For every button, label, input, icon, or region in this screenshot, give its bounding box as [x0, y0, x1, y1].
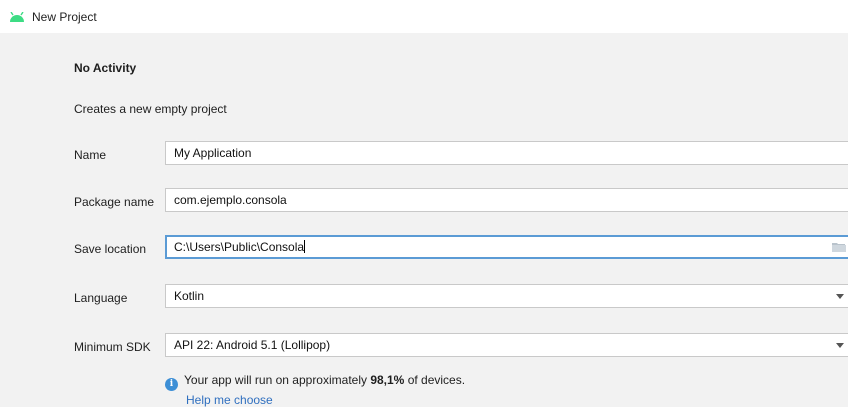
title-bar: New Project [0, 0, 848, 33]
chevron-down-icon[interactable] [836, 343, 844, 348]
folder-icon[interactable] [832, 242, 846, 252]
name-value: My Application [174, 146, 252, 160]
minimum-sdk-label: Minimum SDK [74, 340, 151, 354]
language-select[interactable]: Kotlin [165, 284, 848, 308]
language-value: Kotlin [174, 289, 205, 303]
save-location-label: Save location [74, 242, 147, 256]
android-studio-icon [10, 12, 24, 22]
info-text-before: Your app will run on approximately [184, 373, 371, 387]
package-name-field[interactable]: com.ejemplo.consola [165, 188, 848, 212]
window-title: New Project [32, 10, 97, 24]
info-text-after: of devices. [404, 373, 466, 387]
language-label: Language [74, 291, 128, 305]
minimum-sdk-value: API 22: Android 5.1 (Lollipop) [174, 338, 331, 352]
minimum-sdk-select[interactable]: API 22: Android 5.1 (Lollipop) [165, 333, 848, 357]
save-location-field[interactable]: C:\Users\Public\Consola [165, 235, 848, 259]
package-name-value: com.ejemplo.consola [174, 193, 287, 207]
device-coverage-info: i Your app will run on approximately 98,1… [165, 373, 465, 391]
info-icon: i [165, 378, 178, 391]
save-location-value: C:\Users\Public\Consola [174, 240, 305, 254]
chevron-down-icon[interactable] [836, 294, 844, 299]
coverage-percent: 98,1% [370, 373, 405, 387]
name-field[interactable]: My Application [165, 141, 848, 165]
text-caret [304, 240, 306, 253]
name-label: Name [74, 148, 107, 162]
package-name-label: Package name [74, 195, 155, 209]
template-description: Creates a new empty project [74, 102, 227, 116]
template-title: No Activity [74, 61, 137, 75]
